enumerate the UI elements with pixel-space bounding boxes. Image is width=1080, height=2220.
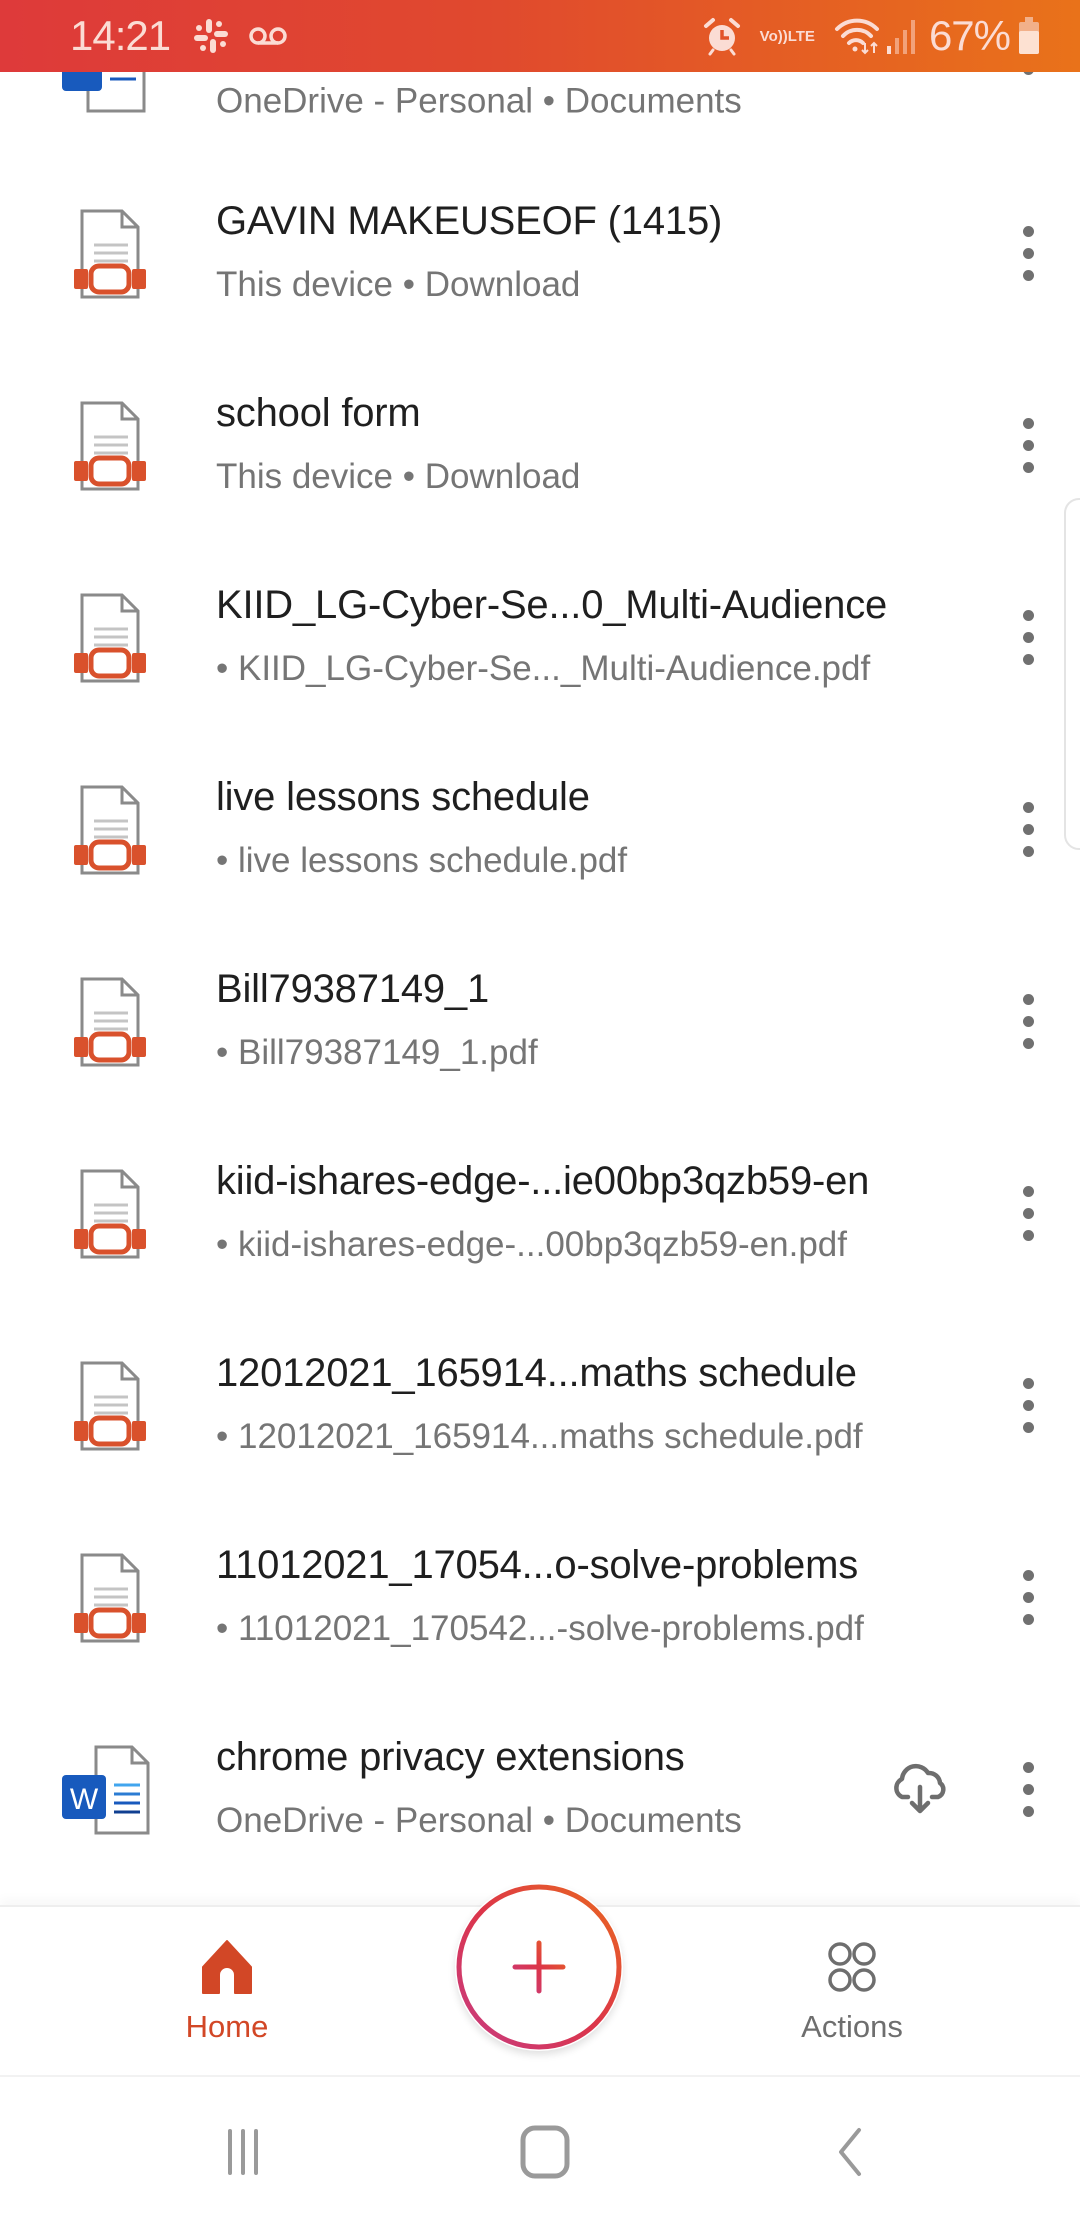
more-options-button[interactable] <box>1006 1749 1050 1829</box>
file-row[interactable]: GAVIN MAKEUSEOF (1415) This device • Dow… <box>0 157 1080 349</box>
wifi-icon <box>834 18 879 55</box>
more-options-button[interactable] <box>1006 405 1050 485</box>
signal-icon <box>886 20 915 54</box>
voicemail-icon <box>249 27 287 45</box>
file-location: • Bill79387149_1.pdf <box>216 1033 538 1072</box>
file-row[interactable]: school form This device • Download <box>0 349 1080 541</box>
create-button[interactable] <box>455 1883 623 2051</box>
back-button[interactable] <box>804 2122 894 2182</box>
file-name: chrome privacy extensions <box>216 1735 685 1779</box>
recent-apps-button[interactable] <box>198 2122 288 2182</box>
battery-percent: 67% <box>928 12 1011 59</box>
file-name: 12012021_165914...maths schedule <box>216 1351 857 1395</box>
file-location: This device • Download <box>216 457 581 496</box>
nav-home-label: Home <box>185 2009 269 2044</box>
file-location: • 12012021_165914...maths schedule.pdf <box>216 1417 863 1456</box>
file-name: GAVIN MAKEUSEOF (1415) <box>216 199 723 243</box>
battery-icon <box>1019 17 1039 54</box>
file-row[interactable]: KIID_LG-Cyber-Se...0_Multi-Audience • KI… <box>0 541 1080 733</box>
file-row[interactable]: live lessons schedule • live lessons sch… <box>0 733 1080 925</box>
back-icon <box>839 2128 861 2176</box>
more-options-button[interactable] <box>1006 597 1050 677</box>
fast-scroll-handle[interactable] <box>1064 498 1080 850</box>
file-name: Bill79387149_1 <box>216 967 490 1011</box>
file-location: OneDrive - Personal • Documents <box>216 81 742 121</box>
actions-icon <box>828 1942 876 1992</box>
pdf-file-icon <box>74 977 146 1067</box>
file-name: live lessons schedule <box>216 775 590 819</box>
system-navigation-bar <box>0 2075 1080 2220</box>
slack-icon <box>194 19 229 53</box>
home-icon <box>202 1940 252 1994</box>
pdf-file-icon <box>74 401 146 491</box>
nav-actions[interactable]: Actions <box>752 1937 952 2045</box>
file-row[interactable]: Bill79387149_1 • Bill79387149_1.pdf <box>0 925 1080 1117</box>
recent-apps-icon <box>228 2129 258 2175</box>
file-location: • KIID_LG-Cyber-Se..._Multi-Audience.pdf <box>216 649 871 688</box>
home-button[interactable] <box>500 2122 590 2182</box>
file-location: • kiid-ishares-edge-...00bp3qzb59-en.pdf <box>216 1225 847 1264</box>
more-options-button[interactable] <box>1006 981 1050 1061</box>
nav-actions-label: Actions <box>801 2009 903 2044</box>
home-circle-icon <box>520 2125 570 2179</box>
cloud-download-icon[interactable] <box>888 1757 952 1821</box>
more-options-button[interactable] <box>1006 1365 1050 1445</box>
file-row[interactable]: 12012021_165914...maths schedule • 12012… <box>0 1309 1080 1501</box>
file-name: kiid-ishares-edge-...ie00bp3qzb59-en <box>216 1159 870 1203</box>
file-location: This device • Download <box>216 265 581 304</box>
file-name: 11012021_17054...o-solve-problems <box>216 1543 858 1587</box>
plus-icon <box>456 1884 622 2050</box>
more-options-button[interactable] <box>1006 789 1050 869</box>
file-location: • live lessons schedule.pdf <box>216 841 628 880</box>
pdf-file-icon <box>74 209 146 299</box>
nav-home[interactable]: Home <box>127 1937 327 2045</box>
status-bar: 14:21 Vo)) LTE 67% <box>0 0 1080 72</box>
word-file-icon: W <box>62 1745 150 1835</box>
alarm-icon <box>703 18 740 56</box>
file-row[interactable]: 11012021_17054...o-solve-problems • 1101… <box>0 1501 1080 1693</box>
volte-icon: Vo)) LTE <box>759 27 815 45</box>
more-options-button[interactable] <box>1006 1173 1050 1253</box>
file-name: KIID_LG-Cyber-Se...0_Multi-Audience <box>216 583 888 627</box>
status-time: 14:21 <box>70 12 171 59</box>
more-options-button[interactable] <box>1006 1557 1050 1637</box>
file-location: OneDrive - Personal • Documents <box>216 1801 742 1840</box>
svg-text:W: W <box>70 1783 99 1816</box>
file-row[interactable]: kiid-ishares-edge-...ie00bp3qzb59-en • k… <box>0 1117 1080 1309</box>
pdf-file-icon <box>74 1553 146 1643</box>
pdf-file-icon <box>74 1361 146 1451</box>
pdf-file-icon <box>74 1169 146 1259</box>
pdf-file-icon <box>74 785 146 875</box>
file-location: • 11012021_170542...-solve-problems.pdf <box>216 1609 864 1648</box>
more-options-button[interactable] <box>1006 213 1050 293</box>
pdf-file-icon <box>74 593 146 683</box>
file-row[interactable]: W chrome privacy extensions OneDrive - P… <box>0 1693 1080 1885</box>
file-name: school form <box>216 391 421 435</box>
recent-files-list: OneDrive - Personal • Documents GAVIN MA… <box>0 0 1080 1905</box>
